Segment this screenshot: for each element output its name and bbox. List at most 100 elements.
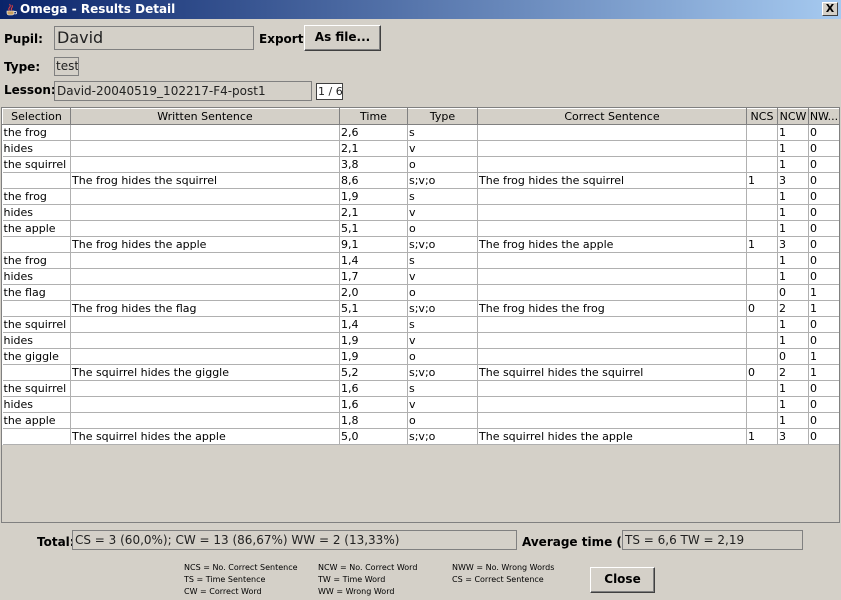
legend-item: TS = Time Sentence — [184, 575, 266, 584]
table-cell: 1 — [777, 220, 809, 237]
table-cell: The frog hides the squirrel — [70, 172, 340, 189]
pupil-field: David — [54, 26, 254, 50]
table-cell: 0 — [746, 300, 778, 317]
type-label: Type: — [4, 60, 41, 74]
table-cell — [746, 252, 778, 269]
table-cell — [477, 412, 747, 429]
table-row[interactable]: hides 2,1 v 1 0 — [2, 140, 839, 157]
legend-item: WW = Wrong Word — [318, 587, 395, 596]
table-row[interactable]: the apple 5,1 o 1 0 — [2, 220, 839, 237]
pupil-label: Pupil: — [4, 32, 43, 46]
table-cell: 0 — [808, 140, 839, 157]
table-cell: hides — [2, 268, 71, 285]
table-cell: 1 — [808, 348, 839, 365]
column-header[interactable]: NCS — [746, 108, 778, 125]
column-header[interactable]: NCW — [777, 108, 809, 125]
table-cell: hides — [2, 332, 71, 349]
table-cell — [70, 204, 340, 221]
table-cell — [477, 252, 747, 269]
table-header-row: Selection Written Sentence Time Type Correct… — [2, 108, 839, 125]
table-cell: 1 — [777, 396, 809, 413]
table-cell: the apple — [2, 220, 71, 237]
table-cell: v — [407, 204, 478, 221]
table-row[interactable]: The squirrel hides the apple 5,0 s;v;o The … — [2, 428, 839, 445]
table-row[interactable]: The squirrel hides the giggle 5,2 s;v;o The… — [2, 364, 839, 381]
table-cell: s — [407, 380, 478, 397]
table-row[interactable]: hides 1,9 v 1 0 — [2, 332, 839, 349]
table-row[interactable]: the frog 1,9 s 1 0 — [2, 188, 839, 205]
table-cell: 0 — [777, 284, 809, 301]
window-close-button[interactable]: X — [822, 2, 838, 16]
table-cell — [2, 236, 71, 253]
table-cell: 1 — [808, 300, 839, 317]
column-header[interactable]: NW... — [808, 108, 839, 125]
column-header[interactable]: Correct Sentence — [477, 108, 747, 125]
table-row[interactable]: The frog hides the apple 9,1 s;v;o The frog… — [2, 236, 839, 253]
table-row[interactable]: the giggle 1,9 o 0 1 — [2, 348, 839, 365]
table-cell: 1 — [777, 204, 809, 221]
table-row[interactable]: the squirrel 3,8 o 1 0 — [2, 156, 839, 173]
table-row[interactable]: hides 2,1 v 1 0 — [2, 204, 839, 221]
table-row[interactable]: the squirrel 1,6 s 1 0 — [2, 380, 839, 397]
table-cell: s;v;o — [407, 364, 478, 381]
legend-item: CW = Correct Word — [184, 587, 262, 596]
total-label: Total: — [37, 535, 75, 549]
table-cell — [70, 220, 340, 237]
legend-item: NCW = No. Correct Word — [318, 563, 418, 572]
table-row[interactable]: the frog 2,6 s 1 0 — [2, 124, 839, 141]
table-cell: 9,1 — [339, 236, 408, 253]
lesson-label: Lesson: — [4, 83, 56, 97]
title-bar: Omega - Results Detail X — [0, 0, 841, 19]
table-row[interactable]: the flag 2,0 o 0 1 — [2, 284, 839, 301]
table-row[interactable]: The frog hides the flag 5,1 s;v;o The frog … — [2, 300, 839, 317]
table-cell: 0 — [808, 236, 839, 253]
results-table-scrollpane[interactable]: Selection Written Sentence Time Type Correct… — [1, 107, 840, 523]
table-cell: the giggle — [2, 348, 71, 365]
table-cell: 1,9 — [339, 348, 408, 365]
column-header[interactable]: Written Sentence — [70, 108, 340, 125]
table-cell: 0 — [808, 204, 839, 221]
table-cell — [477, 284, 747, 301]
table-cell: 2 — [777, 364, 809, 381]
table-cell — [70, 140, 340, 157]
table-cell — [746, 396, 778, 413]
total-field: CS = 3 (60,0%); CW = 13 (86,67%) WW = 2 … — [72, 530, 517, 550]
table-cell: 1 — [746, 428, 778, 445]
column-header[interactable]: Type — [407, 108, 478, 125]
column-header[interactable]: Time — [339, 108, 408, 125]
table-row[interactable]: hides 1,6 v 1 0 — [2, 396, 839, 413]
table-cell — [70, 124, 340, 141]
table-cell: 1 — [777, 316, 809, 333]
table-cell: 2,1 — [339, 140, 408, 157]
export-as-file-button[interactable]: As file... — [304, 25, 381, 51]
legend-item: TW = Time Word — [318, 575, 386, 584]
table-cell — [477, 140, 747, 157]
table-cell — [746, 332, 778, 349]
table-cell: the frog — [2, 124, 71, 141]
table-cell: 0 — [808, 156, 839, 173]
table-row[interactable]: The frog hides the squirrel 8,6 s;v;o The f… — [2, 172, 839, 189]
table-cell: The frog hides the flag — [70, 300, 340, 317]
table-cell — [477, 204, 747, 221]
table-cell: 5,2 — [339, 364, 408, 381]
table-cell: The frog hides the frog — [477, 300, 747, 317]
table-row[interactable]: the frog 1,4 s 1 0 — [2, 252, 839, 269]
table-cell — [70, 348, 340, 365]
table-cell — [70, 188, 340, 205]
close-button[interactable]: Close — [590, 567, 655, 593]
table-row[interactable]: hides 1,7 v 1 0 — [2, 268, 839, 285]
table-cell — [746, 380, 778, 397]
lesson-page-indicator: 1 / 6 — [316, 83, 343, 100]
table-cell: 5,1 — [339, 300, 408, 317]
table-cell: s — [407, 252, 478, 269]
table-cell: 3,8 — [339, 156, 408, 173]
average-time-field: TS = 6,6 TW = 2,19 — [622, 530, 803, 550]
legend-item: NCS = No. Correct Sentence — [184, 563, 298, 572]
table-cell — [746, 140, 778, 157]
table-row[interactable]: the apple 1,8 o 1 0 — [2, 412, 839, 429]
table-cell: 3 — [777, 236, 809, 253]
table-cell: 5,1 — [339, 220, 408, 237]
table-row[interactable]: the squirrel 1,4 s 1 0 — [2, 316, 839, 333]
column-header[interactable]: Selection — [2, 108, 71, 125]
table-cell: the squirrel — [2, 316, 71, 333]
